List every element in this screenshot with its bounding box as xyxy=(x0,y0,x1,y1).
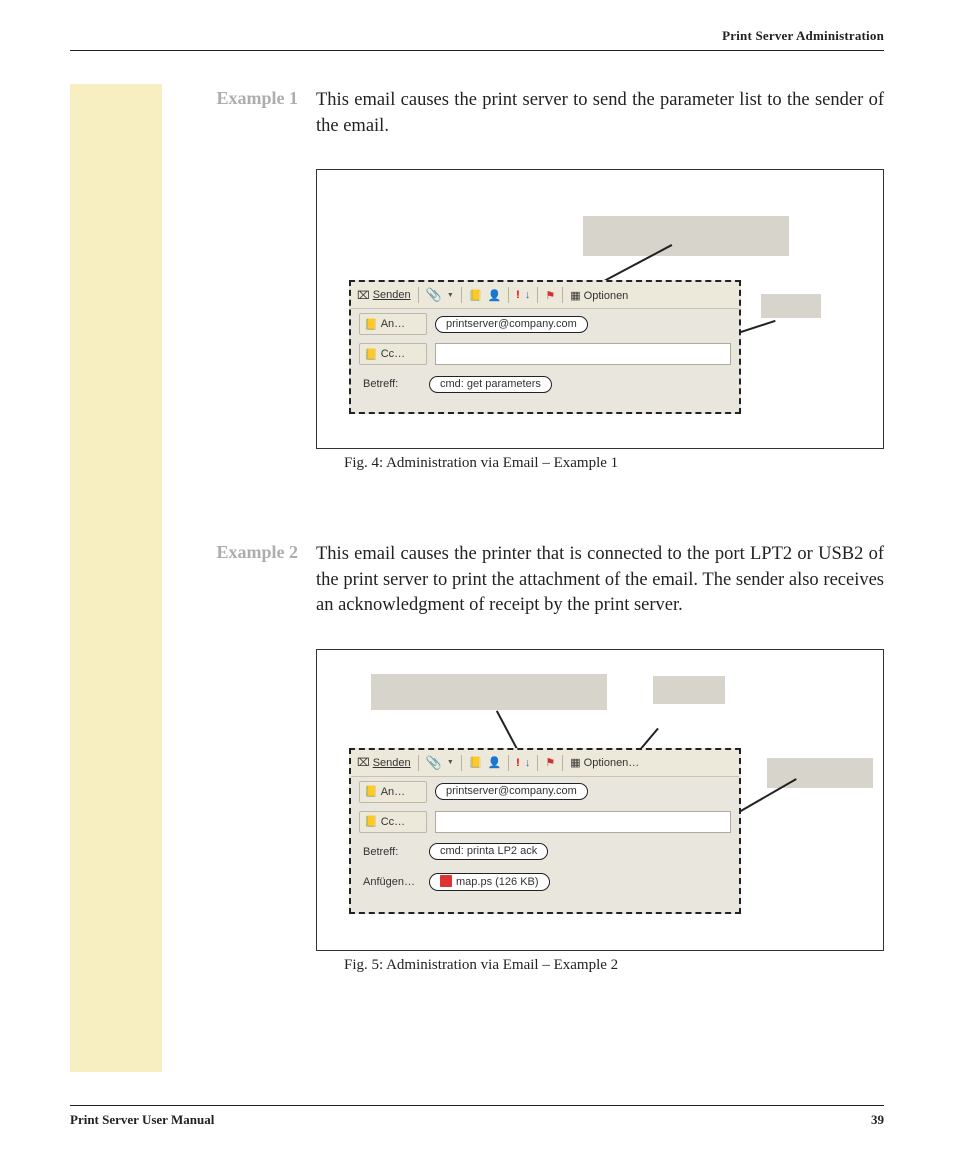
dropdown-icon[interactable]: ▼ xyxy=(447,292,454,299)
flag-icon[interactable]: ⚑ xyxy=(545,289,555,302)
to-button[interactable]: 📒 An… xyxy=(359,781,427,803)
figure-2-caption: Fig. 5: Administration via Email – Examp… xyxy=(344,957,884,974)
to-button[interactable]: 📒 An… xyxy=(359,313,427,335)
subject-label: Betreff: xyxy=(359,378,421,390)
importance-low-icon[interactable]: ↓ xyxy=(525,757,531,769)
cc-field[interactable] xyxy=(435,343,731,365)
header-rule xyxy=(70,50,884,51)
example2-text: This email causes the printer that is co… xyxy=(298,542,884,619)
figure-1-caption: Fig. 4: Administration via Email – Examp… xyxy=(344,455,884,472)
addressbook-icon[interactable]: 📒 xyxy=(469,289,483,302)
example1-text: This email causes the print server to se… xyxy=(298,88,884,139)
to-address-pill: printserver@company.com xyxy=(435,783,588,800)
example2-label: Example 2 xyxy=(162,542,298,563)
attach-label: Anfügen… xyxy=(359,876,421,888)
cc-field[interactable] xyxy=(435,811,731,833)
subject-pill: cmd: get parameters xyxy=(429,376,552,393)
running-header: Print Server Administration xyxy=(70,28,884,44)
options-button[interactable]: ▦ Optionen… xyxy=(570,756,639,769)
send-button[interactable]: ⌧ Senden xyxy=(357,289,411,302)
subject-pill: cmd: printa LP2 ack xyxy=(429,843,548,860)
email-toolbar: ⌧ Senden 📎 ▼ 📒 👤 ! ↓ ⚑ ▦ Optionen xyxy=(351,282,739,309)
cc-button[interactable]: 📒 Cc… xyxy=(359,343,427,365)
example1-label: Example 1 xyxy=(162,88,298,109)
page-number: 39 xyxy=(871,1112,884,1128)
importance-high-icon[interactable]: ! xyxy=(516,289,520,301)
left-sidebar-stripe xyxy=(70,84,162,1072)
importance-high-icon[interactable]: ! xyxy=(516,757,520,769)
email-toolbar: ⌧ Senden 📎 ▼ 📒 👤 ! ↓ ⚑ ▦ Optionen… xyxy=(351,750,739,777)
callout-badge xyxy=(767,758,873,788)
page-footer: Print Server User Manual 39 xyxy=(70,1105,884,1128)
email-compose-window: ⌧ Senden 📎 ▼ 📒 👤 ! ↓ ⚑ ▦ Optionen xyxy=(349,280,741,414)
footer-title: Print Server User Manual xyxy=(70,1112,214,1128)
callout-badge xyxy=(761,294,821,318)
callout-badge xyxy=(583,216,789,256)
email-compose-window: ⌧ Senden 📎 ▼ 📒 👤 ! ↓ ⚑ ▦ Optionen… xyxy=(349,748,741,914)
dropdown-icon[interactable]: ▼ xyxy=(447,759,454,766)
cc-button[interactable]: 📒 Cc… xyxy=(359,811,427,833)
check-names-icon[interactable]: 👤 xyxy=(487,289,501,302)
attachment-pill: map.ps (126 KB) xyxy=(429,873,550,891)
figure-2: ⌧ Senden 📎 ▼ 📒 👤 ! ↓ ⚑ ▦ Optionen… xyxy=(316,649,884,974)
flag-icon[interactable]: ⚑ xyxy=(545,756,555,769)
figure-2-frame: ⌧ Senden 📎 ▼ 📒 👤 ! ↓ ⚑ ▦ Optionen… xyxy=(316,649,884,951)
addressbook-icon[interactable]: 📒 xyxy=(469,756,483,769)
subject-label: Betreff: xyxy=(359,846,421,858)
footer-rule xyxy=(70,1105,884,1106)
main-content: Example 1 This email causes the print se… xyxy=(162,84,884,1072)
attach-icon[interactable]: 📎 xyxy=(426,755,442,771)
callout-badge xyxy=(371,674,607,710)
send-button[interactable]: ⌧ Senden xyxy=(357,756,411,769)
check-names-icon[interactable]: 👤 xyxy=(487,756,501,769)
callout-badge xyxy=(653,676,725,704)
attach-icon[interactable]: 📎 xyxy=(426,287,442,303)
to-address-pill: printserver@company.com xyxy=(435,316,588,333)
importance-low-icon[interactable]: ↓ xyxy=(525,289,531,301)
options-button[interactable]: ▦ Optionen xyxy=(570,289,628,302)
figure-1: ⌧ Senden 📎 ▼ 📒 👤 ! ↓ ⚑ ▦ Optionen xyxy=(316,169,884,472)
figure-1-frame: ⌧ Senden 📎 ▼ 📒 👤 ! ↓ ⚑ ▦ Optionen xyxy=(316,169,884,449)
